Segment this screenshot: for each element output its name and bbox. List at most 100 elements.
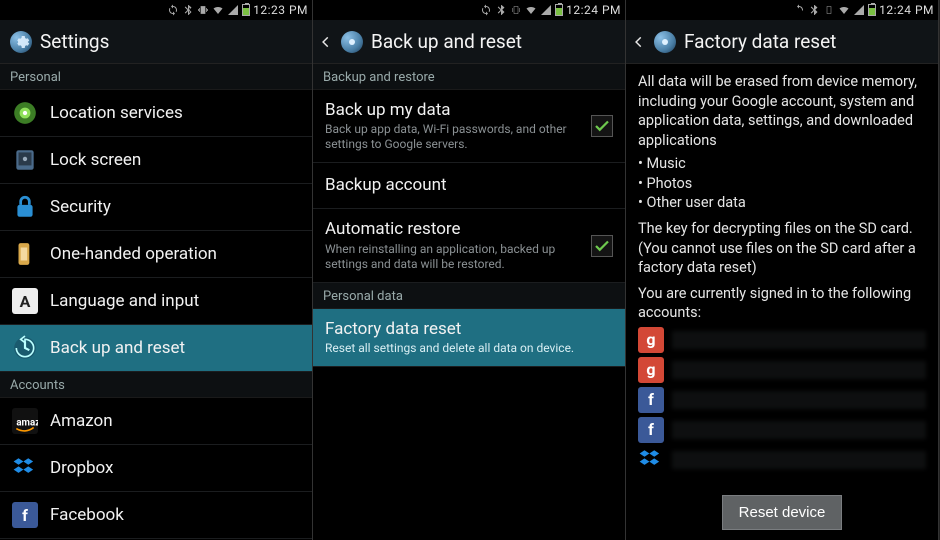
vibrate-icon — [197, 4, 209, 16]
account-email-redacted — [672, 421, 926, 439]
row-label: Automatic restore — [325, 219, 579, 239]
row-automatic-restore[interactable]: Automatic restore When reinstalling an a… — [313, 209, 625, 282]
row-back-up-and-reset[interactable]: Back up and reset — [0, 325, 312, 372]
back-icon[interactable] — [632, 20, 646, 64]
row-label: Language and input — [50, 291, 300, 311]
svg-text:amazon: amazon — [16, 417, 38, 428]
wifi-icon — [212, 4, 224, 16]
battery-icon — [242, 4, 250, 16]
lock-icon — [12, 194, 38, 220]
screen-backup-reset: 12:24 PM Back up and reset Backup and re… — [313, 0, 626, 540]
row-label: Back up and reset — [50, 338, 300, 358]
row-label: One-handed operation — [50, 244, 300, 264]
row-factory-data-reset[interactable]: Factory data reset Reset all settings an… — [313, 309, 625, 367]
row-label: Amazon — [50, 411, 300, 431]
sync-icon — [793, 4, 805, 16]
google-icon: g — [638, 327, 664, 353]
row-one-handed[interactable]: One-handed operation — [0, 231, 312, 278]
bullet-item: Photos — [638, 174, 926, 194]
body-content: All data will be erased from device memo… — [626, 64, 938, 485]
status-bar: 12:23 PM — [0, 0, 312, 20]
signal-icon — [540, 4, 552, 16]
section-accounts: Accounts — [0, 372, 312, 398]
back-icon[interactable] — [319, 20, 333, 64]
status-time: 12:24 PM — [879, 3, 934, 17]
sync-icon — [480, 4, 492, 16]
row-account-facebook[interactable]: f Facebook — [0, 492, 312, 539]
page-title: Settings — [40, 30, 109, 53]
row-sub: Back up app data, Wi-Fi passwords, and o… — [325, 122, 579, 152]
account-google-2: g — [638, 357, 926, 383]
wifi-icon — [838, 4, 850, 16]
bluetooth-icon — [808, 4, 820, 16]
row-label: Security — [50, 197, 300, 217]
row-sub: Reset all settings and delete all data o… — [325, 341, 613, 356]
language-icon: A — [12, 288, 38, 314]
signed-in-text: You are currently signed in to the follo… — [638, 284, 926, 323]
row-label: Facebook — [50, 505, 300, 525]
status-time: 12:24 PM — [566, 3, 621, 17]
screen-settings: 12:23 PM Settings Personal Location serv… — [0, 0, 313, 540]
bullet-list: Music Photos Other user data — [638, 154, 926, 213]
header: Settings — [0, 20, 312, 64]
bluetooth-icon — [495, 4, 507, 16]
row-security[interactable]: Security — [0, 184, 312, 231]
row-label: Location services — [50, 103, 300, 123]
facebook-icon: f — [638, 387, 664, 413]
row-back-up-my-data[interactable]: Back up my data Back up app data, Wi-Fi … — [313, 90, 625, 163]
dropbox-icon — [12, 455, 38, 481]
screen-factory-reset: 12:24 PM Factory data reset All data wil… — [626, 0, 939, 540]
account-email-redacted — [672, 391, 926, 409]
header[interactable]: Back up and reset — [313, 20, 625, 64]
button-bar: Reset device — [626, 485, 938, 540]
facebook-icon: f — [638, 417, 664, 443]
vibrate-icon — [510, 4, 522, 16]
bullet-item: Music — [638, 154, 926, 174]
account-email-redacted — [672, 451, 926, 469]
google-icon: g — [638, 357, 664, 383]
page-title: Factory data reset — [684, 30, 836, 53]
account-dropbox — [638, 447, 926, 473]
status-bar: 12:24 PM — [626, 0, 938, 20]
amazon-icon: amazon — [12, 408, 38, 434]
wifi-icon — [525, 4, 537, 16]
settings-gear-icon — [10, 31, 32, 53]
row-account-dropbox[interactable]: Dropbox — [0, 445, 312, 492]
warning-text-1: All data will be erased from device memo… — [638, 72, 926, 150]
bluetooth-icon — [182, 4, 194, 16]
row-account-amazon[interactable]: amazon Amazon — [0, 398, 312, 445]
status-bar: 12:24 PM — [313, 0, 625, 20]
checkbox[interactable] — [591, 115, 613, 137]
row-label: Dropbox — [50, 458, 300, 478]
row-label: Lock screen — [50, 150, 300, 170]
facebook-icon: f — [12, 502, 38, 528]
status-time: 12:23 PM — [253, 3, 308, 17]
settings-gear-icon — [341, 31, 363, 53]
row-label: Back up my data — [325, 100, 579, 120]
row-location-services[interactable]: Location services — [0, 90, 312, 137]
header[interactable]: Factory data reset — [626, 20, 938, 64]
row-lock-screen[interactable]: Lock screen — [0, 137, 312, 184]
signal-icon — [227, 4, 239, 16]
page-title: Back up and reset — [371, 30, 522, 53]
signal-icon — [853, 4, 865, 16]
account-facebook-2: f — [638, 417, 926, 443]
settings-gear-icon — [654, 31, 676, 53]
reset-device-button[interactable]: Reset device — [722, 495, 843, 530]
row-sub: When reinstalling an application, backed… — [325, 242, 579, 272]
row-backup-account[interactable]: Backup account — [313, 163, 625, 209]
location-icon — [12, 100, 38, 126]
dropbox-icon — [638, 447, 664, 473]
checkbox[interactable] — [591, 235, 613, 257]
account-email-redacted — [672, 331, 926, 349]
row-label: Factory data reset — [325, 319, 613, 339]
sync-icon — [167, 4, 179, 16]
section-backup-restore: Backup and restore — [313, 64, 625, 90]
account-email-redacted — [672, 361, 926, 379]
account-google-1: g — [638, 327, 926, 353]
bullet-item: Other user data — [638, 193, 926, 213]
row-language-input[interactable]: A Language and input — [0, 278, 312, 325]
vibrate-icon — [823, 4, 835, 16]
one-handed-icon — [12, 241, 38, 267]
section-personal-data: Personal data — [313, 283, 625, 309]
